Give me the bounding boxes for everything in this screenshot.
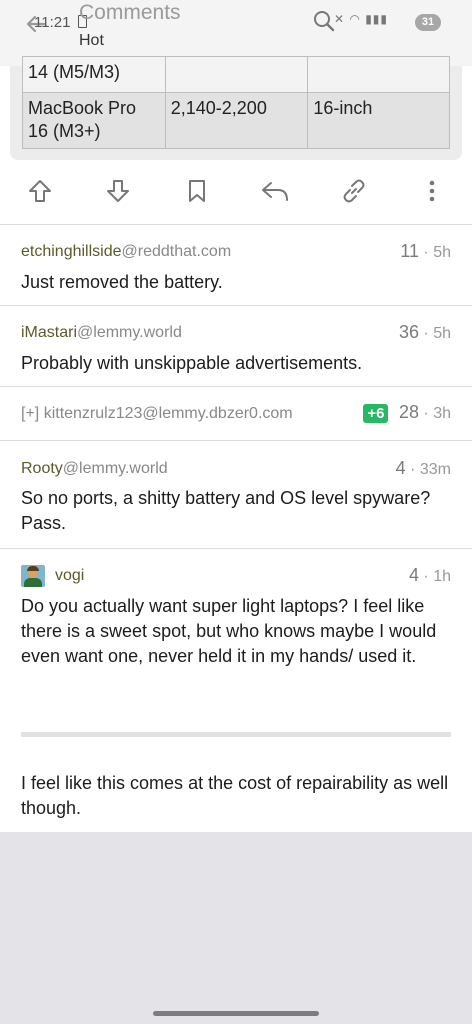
- comment-item[interactable]: iMastari@lemmy.world 36 · 5h Probably wi…: [0, 305, 472, 386]
- comment-item[interactable]: etchinghillside@reddthat.com 11 · 5h Jus…: [0, 224, 472, 305]
- table-row: 14 (M5/M3): [22, 56, 450, 93]
- author-name: Rooty: [21, 460, 63, 477]
- comment-author[interactable]: etchinghillside@reddthat.com: [21, 243, 231, 261]
- table-cell: MacBook Pro 16 (M3+): [22, 92, 166, 149]
- comment-list: etchinghillside@reddthat.com 11 · 5h Jus…: [0, 224, 472, 832]
- meta-separator: ·: [423, 244, 429, 261]
- comment-body: So no ports, a shitty battery and OS lev…: [21, 488, 431, 533]
- comment-meta: 36 · 5h: [399, 322, 451, 343]
- comment-meta: 4 · 33m: [396, 458, 451, 479]
- comment-author[interactable]: [+] kittenzrulz123@lemmy.dbzer0.com: [21, 405, 293, 423]
- table-cell: 14 (M5/M3): [22, 56, 166, 93]
- bookmark-icon[interactable]: [182, 176, 212, 206]
- table-cell: [307, 56, 450, 93]
- author-name: iMastari: [21, 324, 78, 341]
- comment-score: 4: [395, 458, 406, 478]
- comment-body: Do you actually want super light laptops…: [21, 596, 437, 666]
- quote-divider: [21, 732, 451, 737]
- sort-label[interactable]: Hot: [79, 32, 104, 50]
- upvote-icon[interactable]: [25, 176, 55, 206]
- collapsed-comment[interactable]: [+] kittenzrulz123@lemmy.dbzer0.com +6 2…: [0, 386, 472, 440]
- post-actions: [0, 176, 472, 206]
- meta-separator: ·: [423, 325, 429, 342]
- table-cell: [164, 56, 309, 93]
- author-name: vogi: [55, 567, 85, 584]
- downvote-icon[interactable]: [103, 176, 133, 206]
- table-row: MacBook Pro 16 (M3+) 2,140-2,200 16-inch: [22, 92, 450, 149]
- table-cell: 16-inch: [307, 92, 450, 149]
- comment-score: 4: [408, 565, 419, 585]
- comment-author[interactable]: iMastari@lemmy.world: [21, 324, 182, 342]
- status-icons: ✕ ◠ ▮▮▮: [334, 12, 389, 26]
- page-title: Comments: [79, 1, 181, 24]
- comment-author[interactable]: Rooty@lemmy.world: [21, 460, 168, 478]
- comment-age: 5h: [433, 244, 451, 261]
- comment-age: 33m: [419, 461, 451, 478]
- table-container: 14 (M5/M3) MacBook Pro 16 (M3+) 2,140-2,…: [10, 56, 462, 160]
- post-content: 14 (M5/M3) MacBook Pro 16 (M3+) 2,140-2,…: [0, 56, 472, 224]
- comment-age: 5h: [433, 325, 451, 342]
- author-instance: @lemmy.dbzer0.com: [142, 405, 293, 422]
- reply-icon[interactable]: [260, 176, 290, 206]
- comment-meta: 4 · 1h: [409, 565, 451, 586]
- battery-indicator: 31: [415, 14, 441, 31]
- comment-body-continued: I feel like this comes at the cost of re…: [21, 773, 449, 818]
- new-replies-badge: +6: [363, 404, 389, 423]
- comment-item[interactable]: Rooty@lemmy.world 4 · 33m So no ports, a…: [0, 440, 472, 548]
- author-name: etchinghillside: [21, 243, 122, 260]
- comment-meta: 11 · 5h: [400, 241, 451, 262]
- spec-table: 14 (M5/M3) MacBook Pro 16 (M3+) 2,140-2,…: [22, 56, 450, 149]
- comment-score: 36: [398, 322, 419, 342]
- meta-separator: ·: [423, 405, 429, 422]
- meta-separator: ·: [410, 461, 416, 478]
- avatar[interactable]: [21, 565, 45, 587]
- comment-meta: +6 28 · 3h: [363, 402, 451, 423]
- more-icon[interactable]: [417, 176, 447, 206]
- comment-body: Probably with unskippable advertisements…: [21, 353, 363, 373]
- author-instance: @lemmy.world: [62, 460, 168, 477]
- comment-score: 11: [400, 241, 419, 261]
- author-instance: @lemmy.world: [77, 324, 182, 341]
- comment-score: 28: [398, 402, 419, 422]
- status-time: 11:21: [34, 14, 71, 31]
- home-indicator[interactable]: [153, 1011, 319, 1016]
- comment-age: 1h: [433, 568, 451, 585]
- comment-body: Just removed the battery.: [21, 272, 223, 292]
- expand-marker[interactable]: [+]: [21, 405, 39, 422]
- author-name: kittenzrulz123: [43, 405, 143, 422]
- comment-item[interactable]: vogi 4 · 1h Do you actually want super l…: [0, 548, 472, 832]
- comment-author[interactable]: vogi: [55, 567, 84, 585]
- table-cell: 2,140-2,200: [164, 92, 309, 149]
- author-instance: @reddthat.com: [121, 243, 232, 260]
- search-icon[interactable]: [313, 10, 335, 32]
- meta-separator: ·: [423, 568, 429, 585]
- comment-age: 3h: [433, 405, 451, 422]
- link-icon[interactable]: [339, 176, 369, 206]
